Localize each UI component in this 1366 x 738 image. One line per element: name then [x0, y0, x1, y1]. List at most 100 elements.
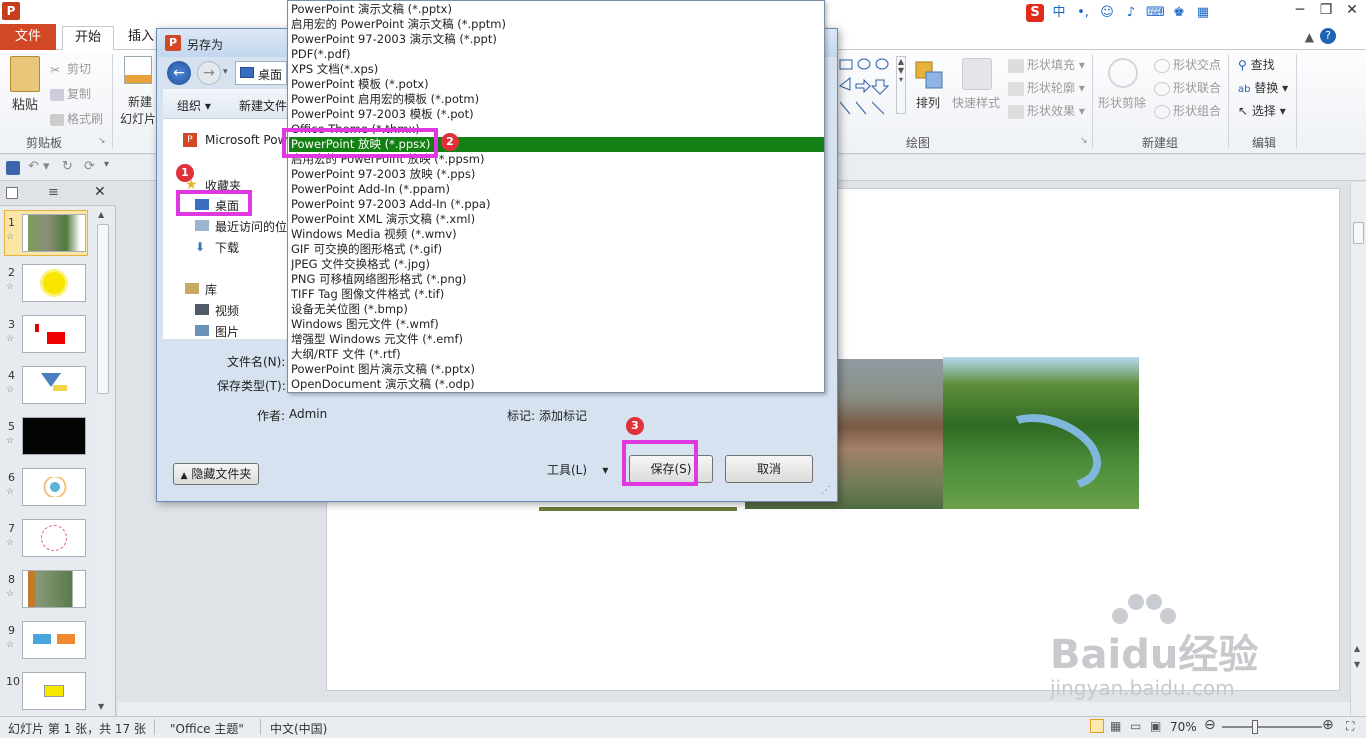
slide-thumbnail[interactable] [22, 672, 86, 710]
shape-combine-button[interactable]: 形状组合 [1154, 102, 1221, 119]
history-dropdown-icon[interactable]: ▾ [223, 67, 228, 77]
slide-thumbnail[interactable] [22, 570, 86, 608]
zoom-out-icon[interactable]: ⊖ [1204, 717, 1216, 733]
file-type-option[interactable]: PowerPoint 97-2003 放映 (*.pps) [291, 167, 824, 182]
file-type-option[interactable]: PNG 可移植网络图形格式 (*.png) [291, 272, 824, 287]
new-slide-label2[interactable]: 幻灯片 [120, 110, 156, 127]
nav-microsoft[interactable]: Microsoft Pow [205, 133, 287, 147]
undo-icon[interactable]: ↶ ▾ [28, 159, 50, 174]
quick-styles-button[interactable]: 快速样式 [952, 94, 1000, 111]
file-type-option[interactable]: PowerPoint 演示文稿 (*.pptx) [291, 2, 824, 17]
tab-home[interactable]: 开始 [62, 26, 115, 50]
ime-punct-icon[interactable]: •, [1074, 4, 1092, 22]
ime-skin-icon[interactable]: ♚ [1170, 4, 1188, 22]
file-type-dropdown[interactable]: PowerPoint 演示文稿 (*.pptx) 启用宏的 PowerPoint… [287, 0, 825, 393]
file-type-option[interactable]: PowerPoint 97-2003 模板 (*.pot) [291, 107, 824, 122]
file-type-option[interactable]: 启用宏的 PowerPoint 演示文稿 (*.pptm) [291, 17, 824, 32]
file-type-option[interactable]: 大纲/RTF 文件 (*.rtf) [291, 347, 824, 362]
file-type-option[interactable]: 设备无关位图 (*.bmp) [291, 302, 824, 317]
select-button[interactable]: ↖ 选择 ▾ [1238, 102, 1286, 119]
nav-library[interactable]: 库 [205, 281, 217, 298]
slides-tab-icon[interactable] [6, 187, 18, 199]
powerpoint-logo-icon[interactable]: P [2, 2, 20, 20]
sogou-icon[interactable]: S [1026, 4, 1044, 22]
address-bar[interactable]: 桌面 [235, 61, 287, 85]
paste-button[interactable]: 粘贴 [12, 94, 38, 113]
paste-icon[interactable] [10, 56, 40, 92]
replace-button[interactable]: ab 替换 ▾ [1238, 79, 1288, 96]
file-type-option[interactable]: PowerPoint 图片演示文稿 (*.pptx) [291, 362, 824, 377]
ribbon-collapse-icon[interactable]: ▲ [1305, 30, 1314, 44]
cancel-button[interactable]: 取消 [725, 455, 813, 483]
file-type-option[interactable]: OpenDocument 演示文稿 (*.odp) [291, 377, 824, 392]
reading-view-icon[interactable]: ▭ [1130, 719, 1141, 733]
zoom-in-icon[interactable]: ⊕ [1322, 717, 1334, 733]
shape-fill-button[interactable]: 形状填充 ▾ [1008, 56, 1085, 73]
arrange-icon[interactable] [914, 60, 944, 90]
repeat-icon[interactable]: ⟳ [84, 159, 95, 174]
file-type-option[interactable]: PDF(*.pdf) [291, 47, 824, 62]
file-type-option[interactable]: JPEG 文件交换格式 (*.jpg) [291, 257, 824, 272]
dialog-launcher-icon[interactable]: ↘ [98, 136, 106, 146]
help-icon[interactable]: ? [1320, 28, 1336, 44]
resize-grip-icon[interactable]: ⋰ [821, 485, 831, 496]
ime-keyboard-icon[interactable]: ⌨ [1146, 4, 1165, 22]
file-type-option[interactable]: TIFF Tag 图像文件格式 (*.tif) [291, 287, 824, 302]
ime-grid-icon[interactable]: ▦ [1194, 4, 1212, 22]
tag-value[interactable]: 添加标记 [539, 407, 587, 424]
slide-thumbnail[interactable] [22, 519, 86, 557]
new-slide-label1[interactable]: 新建 [128, 93, 152, 110]
file-type-option[interactable]: PowerPoint 启用宏的模板 (*.potm) [291, 92, 824, 107]
back-icon[interactable]: ← [167, 61, 191, 85]
shape-union-button[interactable]: 形状联合 [1154, 79, 1221, 96]
organize-button[interactable]: 组织 ▾ [177, 97, 211, 114]
customize-qat-icon[interactable]: ▾ [104, 159, 109, 170]
slide-thumbnail[interactable] [22, 315, 86, 353]
scroll-up-icon[interactable]: ▲ [98, 210, 104, 219]
normal-view-icon[interactable] [1090, 719, 1104, 733]
next-slide-icon[interactable]: ▼ [1354, 660, 1360, 669]
file-type-option[interactable]: Windows Media 视频 (*.wmv) [291, 227, 824, 242]
save-icon[interactable] [6, 161, 20, 175]
quick-styles-icon[interactable] [962, 58, 992, 90]
new-slide-icon[interactable] [124, 56, 152, 84]
file-type-option[interactable]: PowerPoint XML 演示文稿 (*.xml) [291, 212, 824, 227]
file-type-option[interactable]: XPS 文档(*.xps) [291, 62, 824, 77]
shape-clip-button[interactable]: 形状剪除 [1098, 94, 1146, 111]
editor-scroll-thumb[interactable] [1353, 222, 1364, 244]
slideshow-view-icon[interactable]: ▣ [1150, 719, 1161, 733]
outline-tab-icon[interactable]: ≡ [48, 185, 59, 200]
zoom-level[interactable]: 70% [1170, 720, 1197, 734]
shape-clip-icon[interactable] [1108, 58, 1138, 88]
file-type-option[interactable]: PowerPoint 模板 (*.potx) [291, 77, 824, 92]
editor-hscrollbar[interactable] [118, 702, 1350, 716]
file-type-option[interactable]: PowerPoint 97-2003 Add-In (*.ppa) [291, 197, 824, 212]
find-button[interactable]: ⚲ 查找 [1238, 56, 1275, 73]
nav-videos[interactable]: 视频 [215, 302, 239, 319]
slide-thumbnail[interactable] [22, 366, 86, 404]
dialog-launcher-icon[interactable]: ↘ [1080, 136, 1088, 146]
pane-scrollbar[interactable]: ▲ ▼ [96, 210, 110, 716]
zoom-slider-thumb[interactable] [1252, 720, 1258, 734]
editor-scrollbar[interactable]: ▲ ▼ [1350, 182, 1366, 716]
scroll-down-icon[interactable]: ▼ [98, 702, 104, 711]
hide-folders-button[interactable]: ▲ 隐藏文件夹 [173, 463, 259, 485]
nav-pictures[interactable]: 图片 [215, 323, 239, 340]
file-type-option[interactable]: PowerPoint Add-In (*.ppam) [291, 182, 824, 197]
format-painter-button[interactable]: 格式刷 [50, 110, 103, 127]
shape-effects-button[interactable]: 形状效果 ▾ [1008, 102, 1085, 119]
zoom-slider[interactable] [1222, 726, 1322, 728]
cut-button[interactable]: ✂ 剪切 [50, 60, 91, 77]
close-icon[interactable]: ✕ [1344, 2, 1360, 18]
slide-thumbnail[interactable] [22, 621, 86, 659]
slide-thumbnail[interactable] [22, 417, 86, 455]
arrange-button[interactable]: 排列 [916, 94, 940, 111]
slide-thumbnail[interactable] [22, 468, 86, 506]
restore-icon[interactable]: ❐ [1318, 2, 1334, 18]
tab-file[interactable]: 文件 [0, 24, 56, 50]
slide-thumbnail[interactable] [22, 214, 86, 252]
slide-thumbnail[interactable] [22, 264, 86, 302]
minimize-icon[interactable]: ─ [1292, 2, 1308, 18]
language[interactable]: 中文(中国) [270, 720, 327, 737]
author-value[interactable]: Admin [289, 407, 327, 421]
